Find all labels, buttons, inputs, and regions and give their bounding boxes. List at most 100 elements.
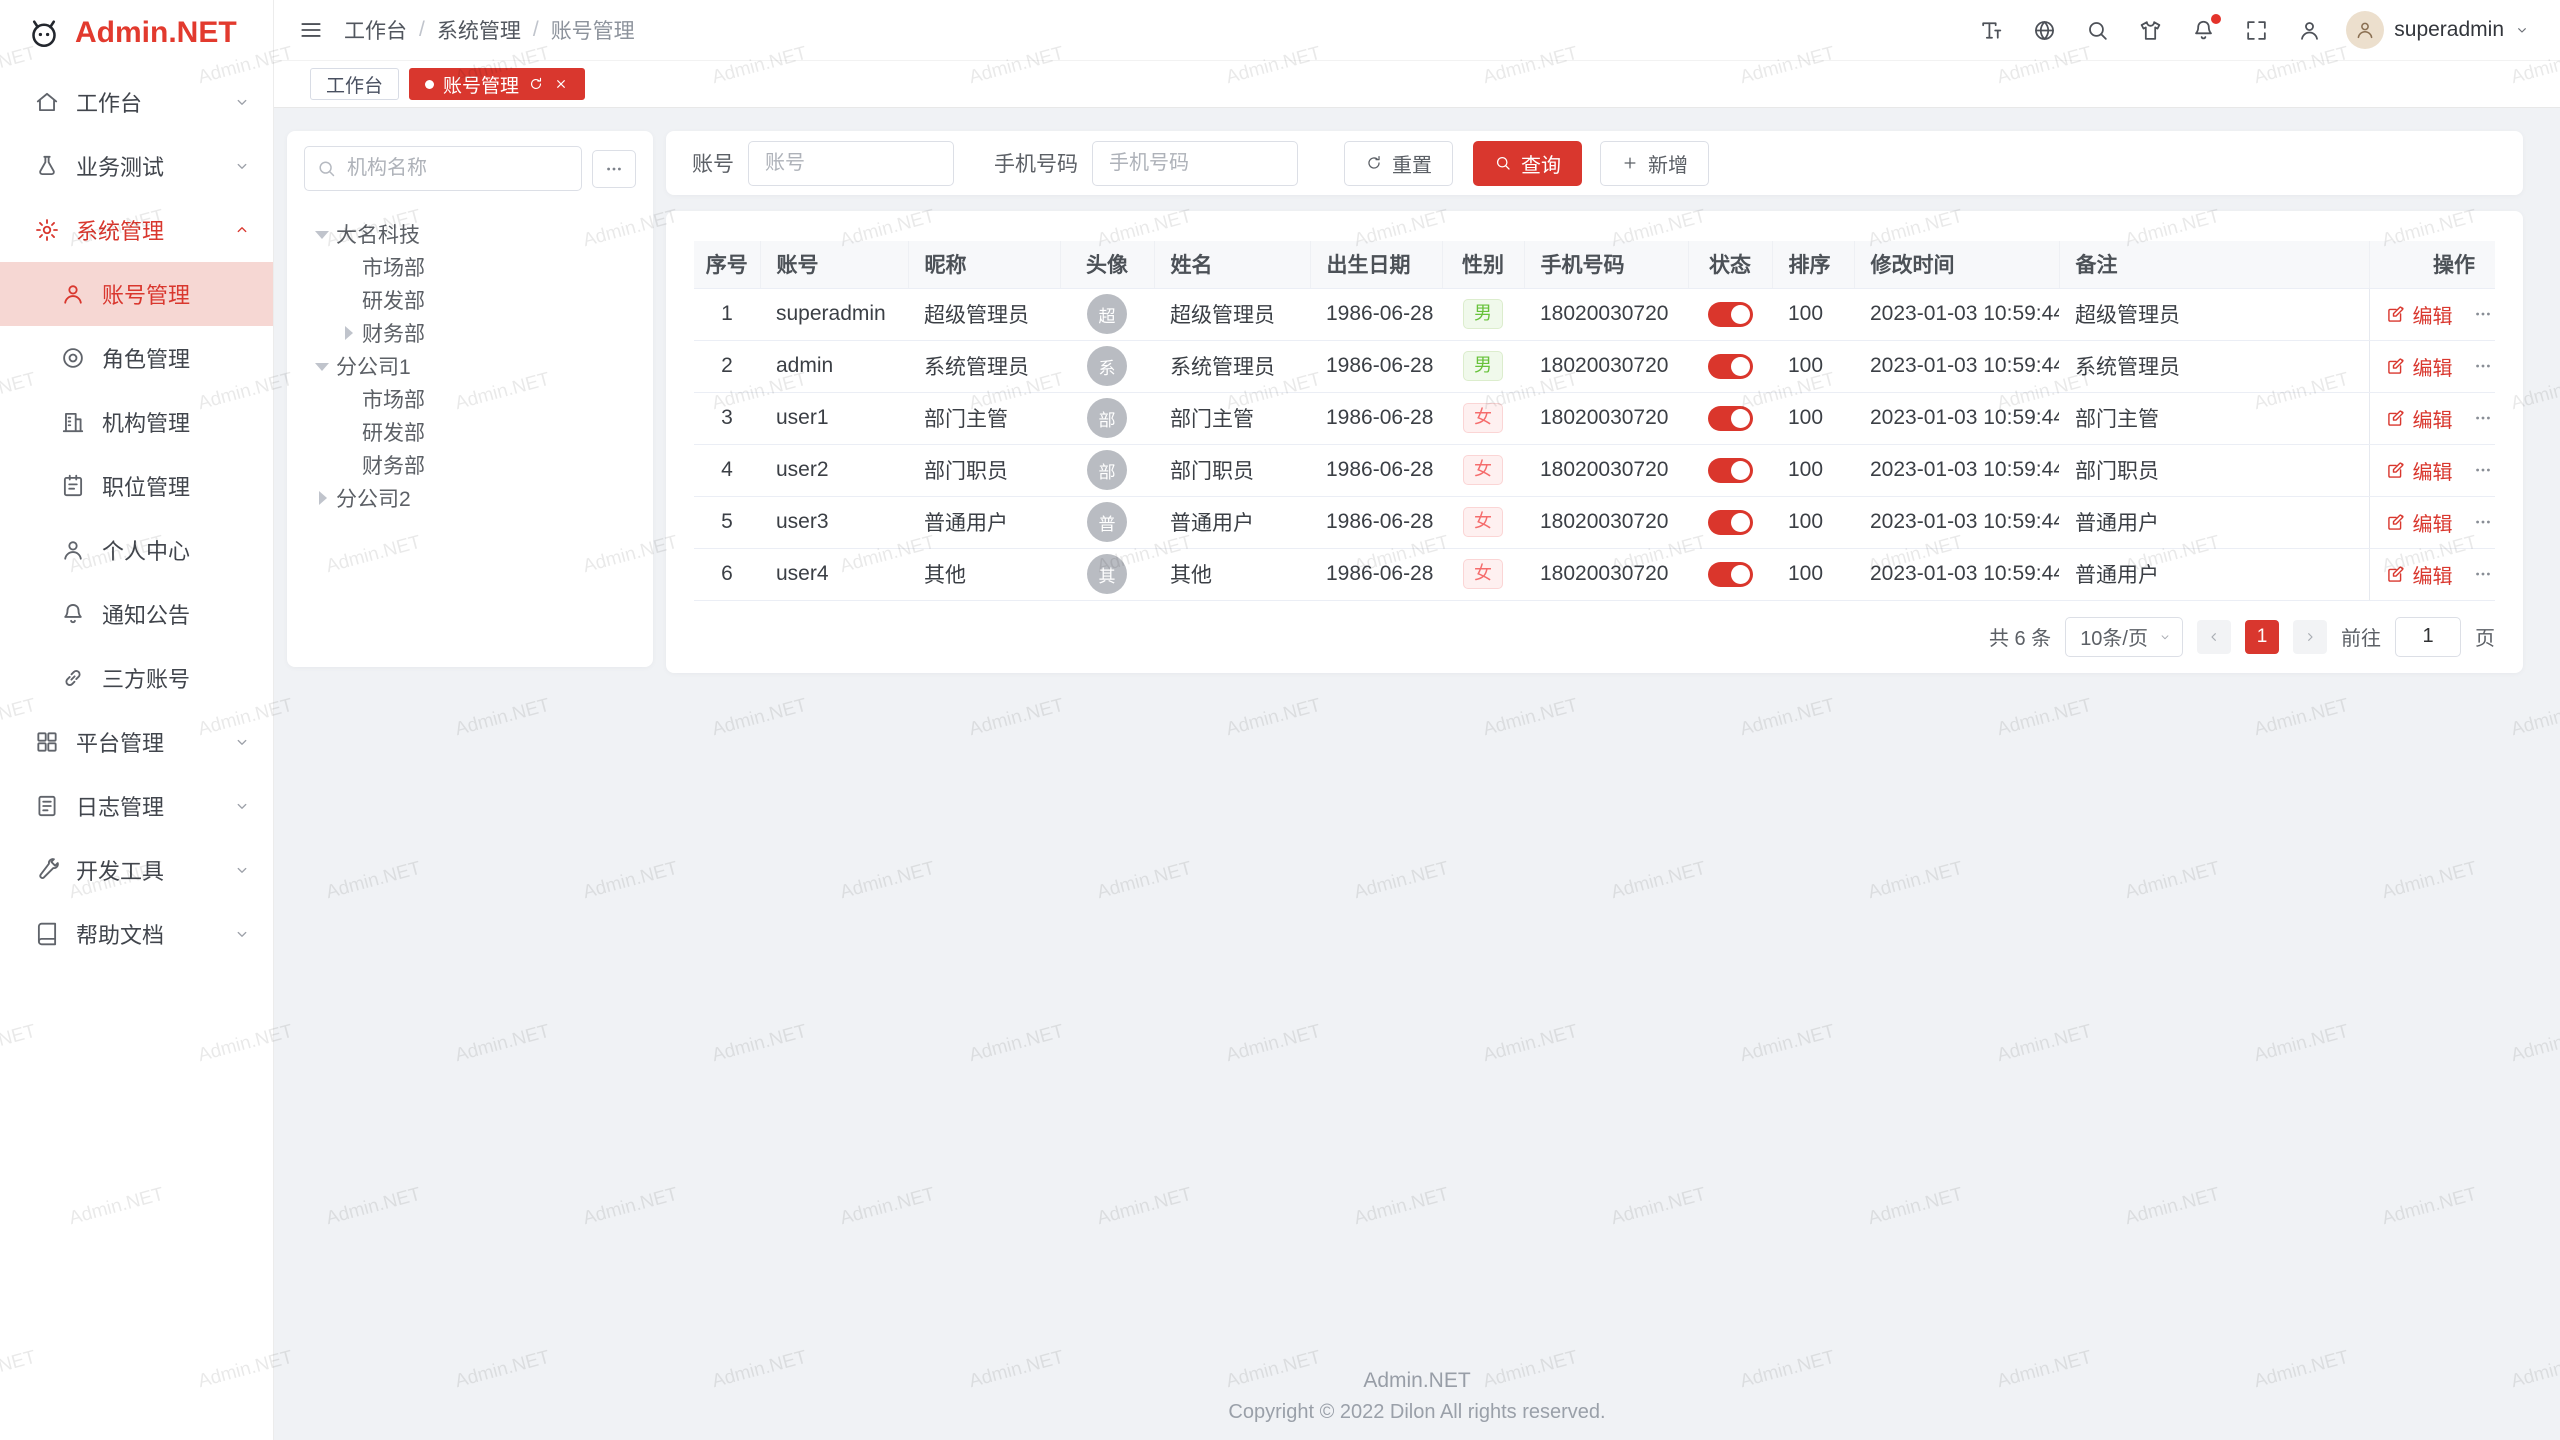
column-header-remark[interactable]: 备注 [2059,241,2369,288]
sidebar-item-platform-management[interactable]: 平台管理 [0,710,273,774]
sidebar-item-dev-tools[interactable]: 开发工具 [0,838,273,902]
sidebar-item-business-test[interactable]: 业务测试 [0,134,273,198]
sidebar-item-role-management[interactable]: 角色管理 [0,326,273,390]
tab-account-management[interactable]: 账号管理 [409,68,585,100]
prev-page-button[interactable] [2197,620,2231,654]
caret-down-icon[interactable] [310,353,336,379]
account-input[interactable] [748,141,954,186]
header-theme-icon[interactable] [2138,18,2163,43]
column-header-birth-date[interactable]: 出生日期 [1310,241,1442,288]
edit-button[interactable]: 编辑 [2386,300,2453,329]
footer-copyright: Copyright © 2022 Dilon All rights reserv… [274,1401,2560,1424]
sidebar-item-third-party-account[interactable]: 三方账号 [0,646,273,710]
edit-button[interactable]: 编辑 [2386,404,2453,433]
tree-more-button[interactable] [592,150,636,188]
edit-button[interactable]: 编辑 [2386,456,2453,485]
user-avatar: 部 [1087,450,1127,490]
edit-button[interactable]: 编辑 [2386,560,2453,589]
sidebar-item-system-management[interactable]: 系统管理 [0,198,273,262]
page-button-1[interactable]: 1 [2245,620,2279,654]
menu-icon[interactable] [298,17,324,43]
header-font-size-icon[interactable] [1979,18,2004,43]
tree-node[interactable]: 分公司1 [304,349,636,382]
status-toggle[interactable] [1708,354,1753,379]
caret-down-icon[interactable] [310,221,336,247]
page-unit-label: 页 [2475,622,2495,651]
next-page-button[interactable] [2293,620,2327,654]
header-fullscreen-icon[interactable] [2244,18,2269,43]
column-header-account[interactable]: 账号 [760,241,908,288]
column-header-index[interactable]: 序号 [694,241,760,288]
cell-index: 6 [694,548,760,600]
user-menu[interactable]: superadmin [2346,11,2530,49]
row-more-button[interactable] [2473,512,2493,532]
column-header-gender[interactable]: 性别 [1442,241,1524,288]
column-header-modified-time[interactable]: 修改时间 [1854,241,2059,288]
sidebar-item-notice-announcement[interactable]: 通知公告 [0,582,273,646]
tree-node[interactable]: 市场部 [304,250,636,283]
breadcrumb-item-workbench[interactable]: 工作台 [344,15,407,45]
header-user-icon[interactable] [2297,18,2322,43]
status-toggle[interactable] [1708,562,1753,587]
edit-button[interactable]: 编辑 [2386,352,2453,381]
breadcrumb-item-system[interactable]: 系统管理 [437,15,521,45]
chevron-down-icon [233,93,251,111]
caret-right-icon[interactable] [310,485,336,511]
column-header-nickname[interactable]: 昵称 [908,241,1060,288]
cell-name: 部门主管 [1154,392,1310,444]
column-header-order[interactable]: 排序 [1772,241,1854,288]
org-search-input[interactable] [304,146,582,191]
header-language-icon[interactable] [2032,18,2057,43]
tree-node[interactable]: 市场部 [304,382,636,415]
add-button[interactable]: 新增 [1600,141,1709,186]
tab-close-icon[interactable] [553,76,569,92]
status-toggle[interactable] [1708,510,1753,535]
row-more-button[interactable] [2473,356,2493,376]
sidebar-item-org-management[interactable]: 机构管理 [0,390,273,454]
gender-badge: 女 [1463,507,1503,537]
sidebar-item-log-management[interactable]: 日志管理 [0,774,273,838]
cell-modified-time: 2023-01-03 10:59:44 [1854,548,2059,600]
sidebar-item-help-docs[interactable]: 帮助文档 [0,902,273,966]
tree-node[interactable]: 财务部 [304,316,636,349]
app-logo[interactable]: Admin.NET [0,0,273,66]
tree-node[interactable]: 研发部 [304,283,636,316]
tree-node[interactable]: 分公司2 [304,481,636,514]
tab-refresh-icon[interactable] [528,76,544,92]
tree-node[interactable]: 大名科技 [304,217,636,250]
header-bell-icon[interactable] [2191,18,2216,43]
column-header-phone[interactable]: 手机号码 [1524,241,1688,288]
column-header-status[interactable]: 状态 [1688,241,1772,288]
row-more-button[interactable] [2473,304,2493,324]
notification-badge [2211,14,2221,24]
goto-page-input[interactable] [2395,617,2461,657]
tree-node[interactable]: 研发部 [304,415,636,448]
phone-input[interactable] [1092,141,1298,186]
tab-workbench[interactable]: 工作台 [310,68,399,100]
cell-modified-time: 2023-01-03 10:59:44 [1854,496,2059,548]
edit-button[interactable]: 编辑 [2386,508,2453,537]
caret-right-icon[interactable] [336,320,362,346]
page-size-select[interactable]: 10条/页 [2065,617,2183,657]
column-header-actions[interactable]: 操作 [2369,241,2495,288]
status-toggle[interactable] [1708,302,1753,327]
column-header-name[interactable]: 姓名 [1154,241,1310,288]
sidebar-item-workbench[interactable]: 工作台 [0,70,273,134]
row-more-button[interactable] [2473,564,2493,584]
sidebar-item-account-management[interactable]: 账号管理 [0,262,273,326]
home-icon [34,89,60,115]
row-more-button[interactable] [2473,408,2493,428]
menu-item-label: 角色管理 [102,342,190,374]
search-icon [316,158,337,179]
status-toggle[interactable] [1708,458,1753,483]
tree-node[interactable]: 财务部 [304,448,636,481]
column-header-avatar[interactable]: 头像 [1060,241,1154,288]
status-toggle[interactable] [1708,406,1753,431]
header-search-icon[interactable] [2085,18,2110,43]
sidebar-item-personal-center[interactable]: 个人中心 [0,518,273,582]
row-more-button[interactable] [2473,460,2493,480]
search-button[interactable]: 查询 [1473,141,1582,186]
reset-button[interactable]: 重置 [1344,141,1453,186]
sidebar-item-position-management[interactable]: 职位管理 [0,454,273,518]
cell-remark: 普通用户 [2059,496,2369,548]
